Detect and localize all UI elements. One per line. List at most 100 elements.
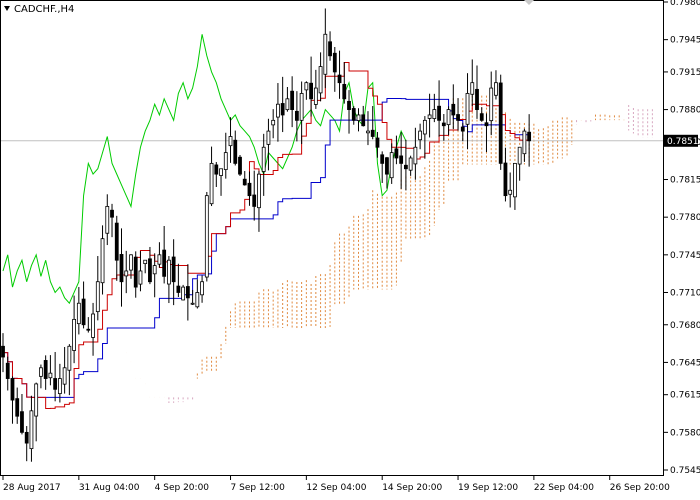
candle-body-bear [238, 156, 242, 175]
candle-body-bull [356, 114, 361, 121]
candle-body-bear [460, 126, 465, 132]
candle-body-bear [53, 378, 58, 390]
x-tick-label: 28 Aug 2017 [3, 483, 61, 493]
candle-body-bull [389, 152, 394, 179]
x-tick-label: 4 Sep 20:00 [155, 483, 210, 493]
candle-body-bull [427, 114, 432, 119]
x-tick-label: 22 Sep 04:00 [534, 483, 594, 493]
candle-body-bear [86, 328, 91, 331]
candle-body-bear [503, 162, 508, 197]
candle-body-bull [57, 378, 62, 395]
y-tick-label: 0.7680 [670, 321, 700, 331]
candle-body-bear [441, 122, 446, 127]
candle-body-bull [143, 259, 148, 264]
candle-body-bear [399, 155, 404, 164]
y-tick-label: 0.7915 [670, 68, 700, 78]
candle-body-bear [342, 83, 347, 100]
candle-body-bear [475, 88, 479, 110]
candle-body-bull [129, 254, 133, 271]
candle-body-bear [290, 90, 295, 110]
candle-body-bull [157, 254, 162, 265]
x-tick-label: 26 Sep 20:00 [610, 483, 670, 493]
candle-body-bear [451, 103, 456, 116]
candle-body-bull [489, 87, 494, 122]
candle-body-bear [361, 114, 366, 127]
y-tick-label: 0.7710 [670, 288, 700, 298]
candle-body-bear [484, 122, 489, 127]
candle-body-bull [100, 238, 105, 284]
candle-body-bull [313, 87, 318, 105]
candle-body-bear [43, 360, 48, 379]
candle-body-bear [233, 139, 238, 164]
candle-body-bull [91, 313, 95, 338]
candle-body-bull [219, 168, 223, 176]
candle-body-bull [276, 103, 280, 118]
candle-body-bear [119, 254, 124, 283]
candle-body-bull [223, 152, 228, 170]
candle-body-bull [261, 146, 266, 172]
candle-body-bear [148, 258, 152, 283]
x-tick-label: 12 Sep 04:00 [306, 483, 366, 493]
candle-body-bear [403, 164, 408, 170]
chart-title-group: CADCHF.,H4 [4, 4, 74, 15]
candle-body-bear [294, 110, 299, 121]
candle-body-bull [494, 82, 498, 96]
candle-body-bull [285, 98, 290, 111]
candle-body-bull [48, 372, 53, 379]
y-tick-label: 0.7945 [670, 36, 700, 46]
candle-body-bear [242, 178, 247, 186]
candle-body-bull [422, 119, 427, 135]
y-tick-label: 0.7545 [670, 466, 700, 476]
candle-body-bear [498, 82, 503, 164]
candle-body-bull [181, 286, 186, 301]
candle-body-bull [432, 109, 437, 119]
candle-body-bear [133, 256, 138, 288]
x-tick-label: 14 Sep 20:00 [382, 483, 442, 493]
y-tick-label: 0.7980 [670, 0, 700, 8]
candle-body-bull [318, 66, 323, 94]
candlestick-chart: 0.79800.79450.79150.78800.78500.78150.77… [0, 0, 700, 500]
candle-body-bear [456, 114, 460, 121]
candle-body-bull [200, 281, 204, 296]
x-tick-label: 31 Aug 04:00 [79, 483, 140, 493]
candle-body-bull [76, 302, 81, 325]
candle-body-bull [105, 206, 110, 234]
y-tick-label: 0.7745 [670, 251, 700, 261]
y-tick-label: 0.7880 [670, 106, 700, 116]
candle-body-bear [375, 137, 380, 148]
chart-window: 0.79800.79450.79150.78800.78500.78150.77… [0, 0, 700, 500]
candle-body-bull [465, 93, 470, 125]
candle-body-bull [522, 130, 527, 155]
candle-body-bear [347, 100, 351, 110]
candle-body-bull [67, 345, 72, 371]
candle-body-bear [1, 345, 5, 358]
candle-body-bear [370, 129, 375, 137]
candle-body-bull [446, 109, 451, 126]
candle-body-bear [176, 285, 181, 293]
candle-body-bull [304, 82, 309, 91]
candle-body-bull [195, 292, 200, 308]
candle-body-bull [29, 410, 34, 450]
current-price-label: 0.7851 [667, 137, 699, 147]
candle-body-bear [15, 398, 20, 417]
candle-body-bear [24, 431, 29, 444]
candle-body-bear [20, 411, 24, 433]
x-tick-label: 19 Sep 12:00 [458, 483, 518, 493]
candle-body-bull [152, 265, 157, 275]
candle-body-bear [527, 131, 532, 142]
candle-body-bear [332, 52, 337, 73]
candle-body-bear [247, 182, 252, 197]
candle-body-bear [328, 41, 332, 57]
candle-body-bull [366, 130, 370, 134]
candle-body-bull [408, 157, 413, 171]
y-tick-label: 0.7580 [670, 428, 700, 438]
candle-body-bear [351, 108, 356, 121]
candle-body-bull [470, 82, 475, 95]
candle-body-bear [185, 286, 190, 299]
candle-body-bull [299, 93, 304, 121]
candle-body-bull [271, 119, 276, 126]
candle-body-bear [171, 256, 176, 283]
candle-body-bull [34, 383, 39, 417]
candle-body-bull [266, 130, 271, 145]
candle-body-bear [380, 154, 385, 164]
